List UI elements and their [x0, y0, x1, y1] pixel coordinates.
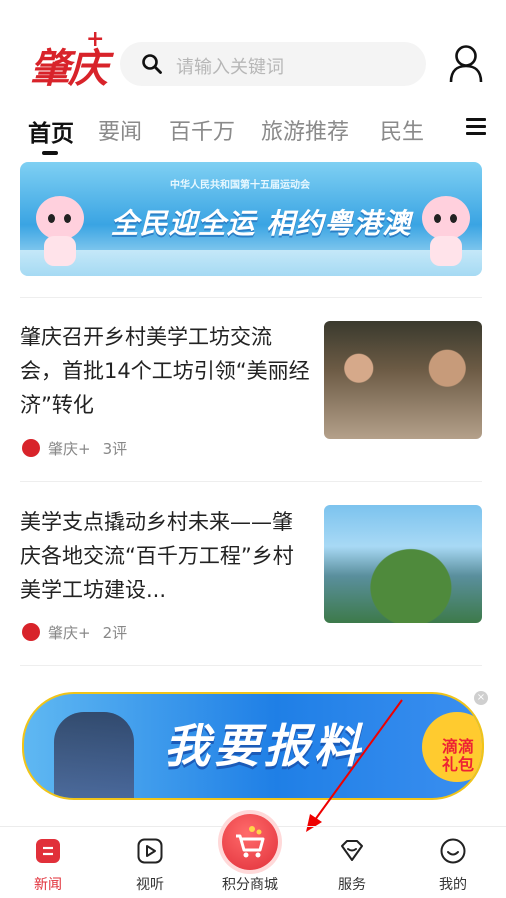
logo-text: 肇庆 — [30, 45, 108, 92]
divider — [20, 481, 482, 482]
nav-label: 视听 — [136, 877, 164, 893]
news-thumbnail[interactable] — [324, 321, 482, 439]
nav-label: 服务 — [338, 877, 366, 893]
news-meta: 肇庆+ 3评 — [22, 438, 127, 459]
news-source: 肇庆+ — [48, 624, 91, 642]
tab-livelihood[interactable]: 民生 — [380, 114, 424, 146]
mascot-right — [418, 192, 474, 270]
source-logo-icon — [22, 623, 40, 641]
tab-home[interactable]: 首页 — [28, 114, 74, 148]
source-logo-icon — [22, 439, 40, 457]
search-icon — [142, 54, 162, 74]
report-banner[interactable]: 我要报料 滴滴礼包 — [22, 692, 484, 800]
news-meta: 肇庆+ 2评 — [22, 622, 127, 643]
games-banner[interactable]: 中华人民共和国第十五届运动会 全民迎全运 相约粤港澳 — [20, 162, 482, 276]
menu-icon[interactable] — [466, 118, 486, 136]
tab-news[interactable]: 要闻 — [98, 114, 142, 146]
app-logo: 肇庆 + — [30, 26, 108, 94]
annotation-arrow — [306, 699, 403, 832]
news-icon — [36, 839, 60, 863]
news-title[interactable]: 肇庆召开乡村美学工坊交流会，首批14个工坊引领“美丽经济”转化 — [20, 320, 310, 422]
news-title[interactable]: 美学支点撬动乡村未来——肇庆各地交流“百千万工程”乡村美学工坊建设... — [20, 505, 310, 607]
tab-travel[interactable]: 旅游推荐 — [261, 114, 349, 146]
service-icon — [341, 840, 363, 861]
gift-badge-text: 滴滴礼包 — [442, 737, 475, 774]
news-thumbnail[interactable] — [324, 505, 482, 623]
search-bar[interactable]: 请输入关键词 — [120, 42, 426, 86]
tab-baiqianwan[interactable]: 百千万 — [169, 114, 235, 146]
active-tab-indicator — [42, 151, 58, 155]
divider — [20, 665, 482, 666]
nav-label: 我的 — [439, 877, 467, 893]
user-profile-icon[interactable] — [448, 44, 484, 84]
skyline-graphic — [20, 250, 482, 276]
mascot-left — [32, 192, 88, 270]
close-ad-icon[interactable]: × — [474, 691, 488, 705]
divider — [20, 297, 482, 298]
cart-icon — [236, 826, 265, 858]
banner-subtitle: 中华人民共和国第十五届运动会 — [170, 180, 310, 191]
reporter-illustration — [54, 712, 134, 798]
video-icon — [137, 838, 163, 864]
banner-headline: 全民迎全运 相约粤港澳 — [110, 207, 412, 240]
news-comments: 2评 — [102, 624, 128, 642]
logo-plus: + — [86, 26, 104, 52]
news-comments: 3评 — [102, 440, 128, 458]
search-placeholder: 请输入关键词 — [176, 57, 284, 78]
news-source: 肇庆+ — [48, 440, 91, 458]
nav-label: 新闻 — [34, 877, 62, 893]
smile-icon — [440, 838, 466, 864]
points-mall-button[interactable] — [222, 814, 278, 870]
nav-label-points-mall[interactable]: 积分商城 — [210, 874, 290, 894]
